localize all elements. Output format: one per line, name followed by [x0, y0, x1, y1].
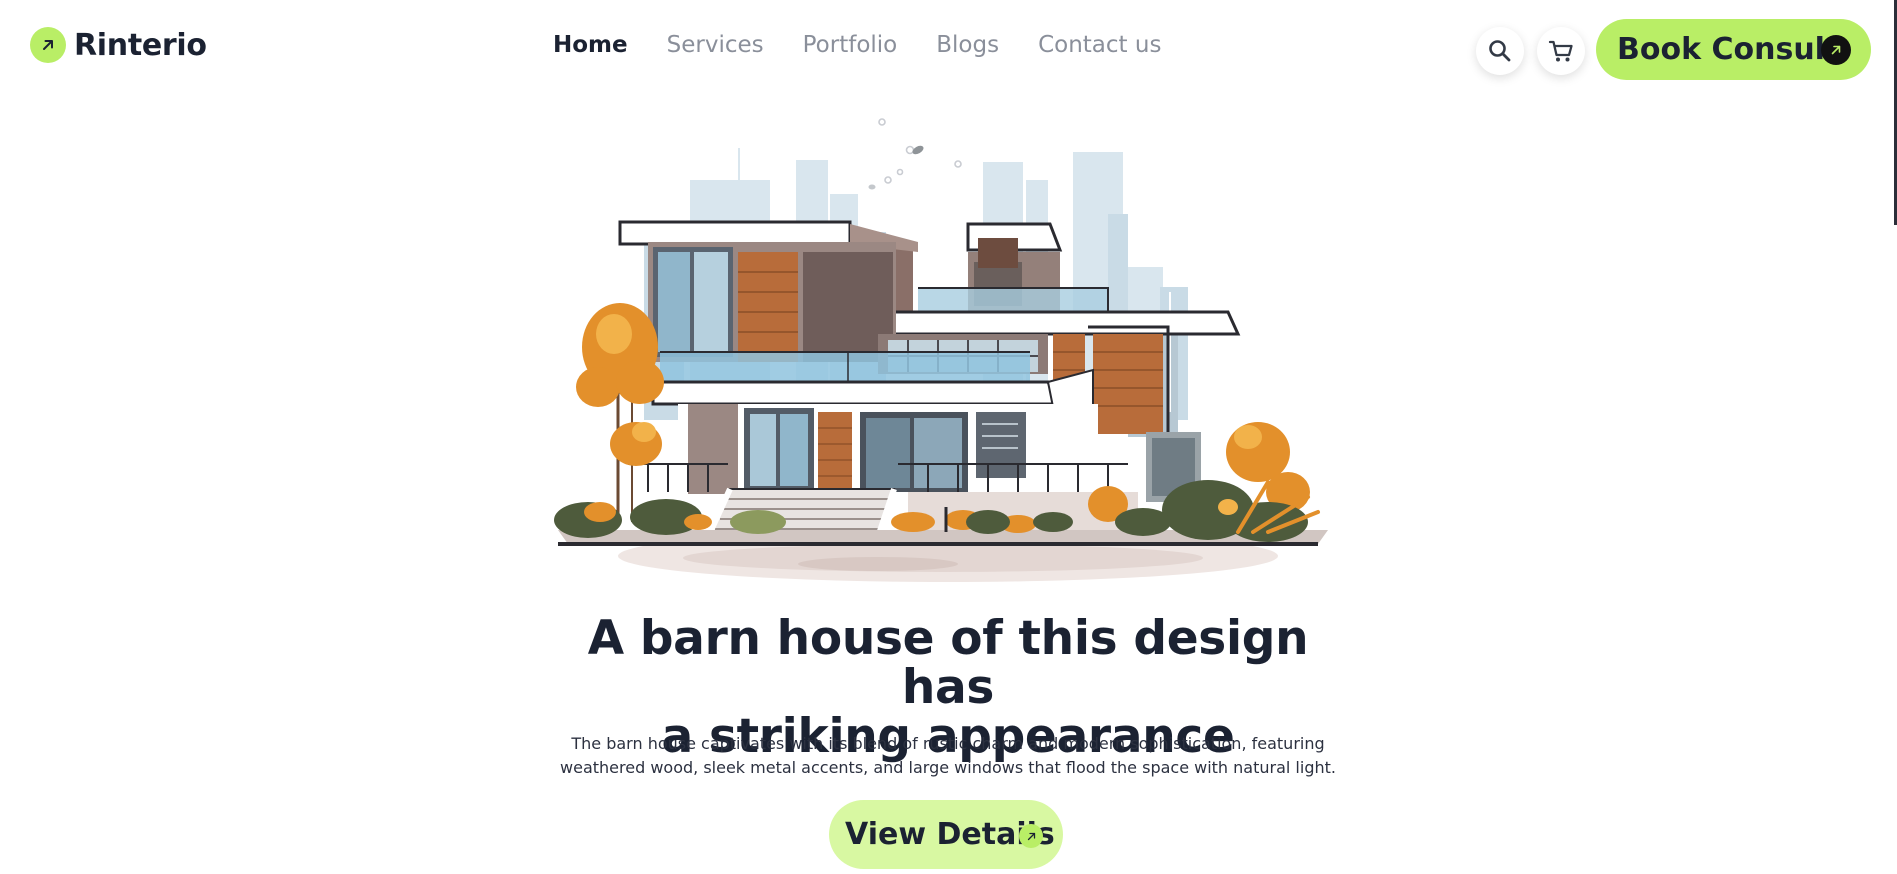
nav-item-services[interactable]: Services — [667, 32, 764, 58]
book-consult-button[interactable]: Book Consult — [1596, 19, 1871, 80]
brand-name: Rinterio — [74, 27, 207, 63]
cart-icon — [1548, 40, 1573, 62]
nav-item-blogs[interactable]: Blogs — [936, 32, 999, 58]
main-nav: Home Services Portfolio Blogs Contact us — [553, 32, 1161, 58]
search-icon — [1489, 40, 1511, 62]
logo-link[interactable]: Rinterio — [30, 27, 207, 63]
view-details-button[interactable]: View Details — [829, 800, 1063, 869]
site-header: Rinterio Home Services Portfolio Blogs C… — [0, 0, 1897, 225]
arrow-up-right-icon — [1019, 824, 1043, 848]
search-button[interactable] — [1476, 27, 1524, 75]
hero-description: The barn house captivates with its blend… — [560, 734, 1336, 777]
arrow-up-right-icon — [1821, 35, 1851, 65]
book-consult-label: Book Consult — [1617, 32, 1840, 67]
modern-house-illustration — [554, 118, 1328, 582]
hero-title-line-1: A barn house of this design has — [587, 611, 1309, 715]
nav-item-home[interactable]: Home — [553, 32, 628, 58]
cart-button[interactable] — [1537, 27, 1585, 75]
nav-item-portfolio[interactable]: Portfolio — [803, 32, 898, 58]
arrow-up-right-icon — [30, 27, 66, 63]
nav-item-contact-us[interactable]: Contact us — [1038, 32, 1161, 58]
